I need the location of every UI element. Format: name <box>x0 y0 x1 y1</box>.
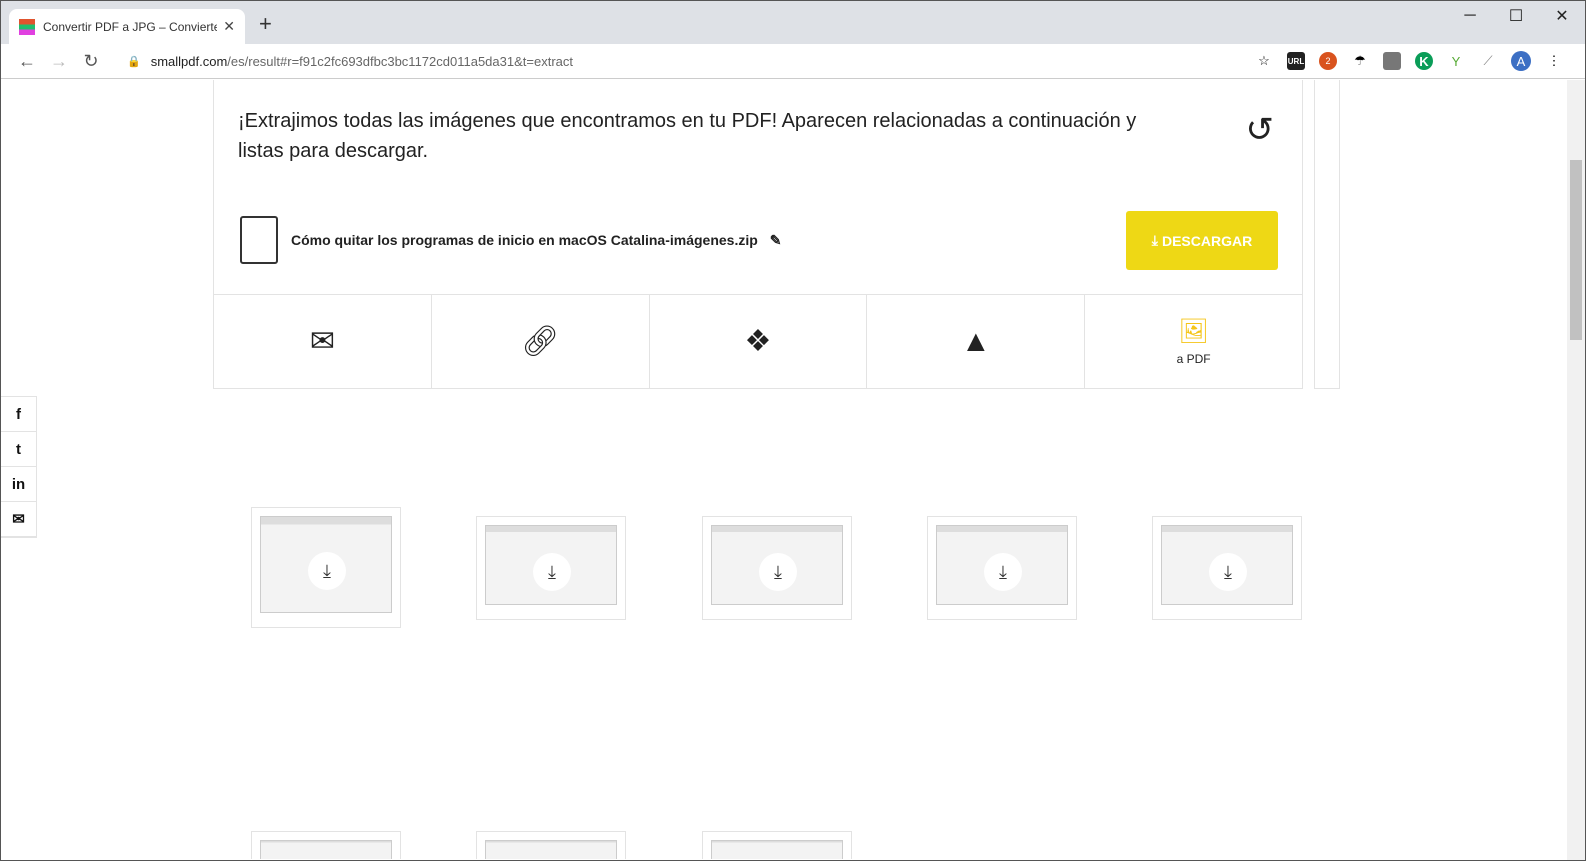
image-thumbnail[interactable]: ⤓ <box>251 507 401 628</box>
google-drive-button[interactable]: ▲ <box>866 295 1084 388</box>
browser-toolbar: ← → ↻ 🔒 smallpdf.com/es/result#r=f91c2fc… <box>1 44 1585 79</box>
file-name-text: Cómo quitar los programas de inicio en m… <box>291 232 758 248</box>
to-pdf-button[interactable]: 🖼︎ a PDF <box>1084 295 1302 388</box>
edit-pencil-icon[interactable]: ✎ <box>770 232 782 248</box>
url-host: smallpdf.com <box>150 53 228 69</box>
close-window-button[interactable]: ✕ <box>1539 1 1585 31</box>
address-bar[interactable]: 🔒 smallpdf.com/es/result#r=f91c2fc693dfb… <box>127 54 1255 69</box>
tab-title: Convertir PDF a JPG – Convierte <box>43 19 218 34</box>
page-content: ¡Extrajimos todas las imágenes que encon… <box>1 80 1567 860</box>
twitter-icon[interactable]: t <box>1 432 36 467</box>
browser-tab[interactable]: Convertir PDF a JPG – Convierte ✕ <box>9 9 245 44</box>
download-icon[interactable]: ⤓ <box>984 553 1022 591</box>
forward-icon[interactable]: → <box>43 51 75 72</box>
download-button[interactable]: ⤓ DESCARGAR <box>1126 211 1278 270</box>
scrollbar-thumb[interactable] <box>1570 160 1582 340</box>
avatar[interactable]: A <box>1511 51 1531 71</box>
result-message: ¡Extrajimos todas las imágenes que encon… <box>238 110 1137 162</box>
envelope-icon: ✉ <box>309 325 335 358</box>
maximize-button[interactable]: ☐ <box>1493 1 1539 31</box>
url-extension-icon[interactable]: URL <box>1287 52 1305 70</box>
image-thumbnail[interactable]: ⤓ <box>1152 516 1302 620</box>
zip-file-icon <box>240 216 278 264</box>
image-thumbnail[interactable] <box>476 831 626 859</box>
image-to-pdf-icon: 🖼︎ <box>1178 318 1209 345</box>
download-icon[interactable]: ⤓ <box>1209 553 1247 591</box>
email-share-button[interactable]: ✉ <box>214 295 431 388</box>
facebook-icon[interactable]: f <box>1 397 36 432</box>
tree-extension-icon[interactable]: Y <box>1447 52 1465 70</box>
restart-icon[interactable]: ↺ <box>1246 110 1275 150</box>
menu-icon[interactable]: ⋮ <box>1545 52 1563 70</box>
eyedropper-extension-icon[interactable]: ⟋ <box>1479 52 1497 70</box>
tab-bar: Convertir PDF a JPG – Convierte ✕ + ─ ☐ … <box>1 1 1585 44</box>
umbrella-extension-icon[interactable]: ☂ <box>1351 52 1369 70</box>
dropbox-share-button[interactable]: ❖ <box>648 295 867 388</box>
image-thumbnail[interactable]: ⤓ <box>476 516 626 620</box>
image-thumbnail[interactable]: ⤓ <box>702 516 852 620</box>
scrollbar[interactable] <box>1567 80 1585 860</box>
minimize-button[interactable]: ─ <box>1447 1 1493 31</box>
to-pdf-label: a PDF <box>1176 352 1211 366</box>
k-extension-icon[interactable]: K <box>1415 52 1433 70</box>
link-share-button[interactable]: 🔗︎ <box>430 295 649 388</box>
linkedin-icon[interactable]: in <box>1 467 36 502</box>
tabs-extension-icon[interactable] <box>1383 52 1401 70</box>
download-icon[interactable]: ⤓ <box>308 552 346 590</box>
download-icon[interactable]: ⤓ <box>759 553 797 591</box>
file-name[interactable]: Cómo quitar los programas de inicio en m… <box>291 232 782 249</box>
url-path: /es/result#r=f91c2fc693dfbc3bc1172cd011a… <box>227 53 573 69</box>
lock-icon: 🔒 <box>127 55 141 68</box>
dropbox-icon: ❖ <box>744 325 772 358</box>
social-share-bar: f t in ✉ <box>1 396 37 538</box>
image-thumbnail[interactable]: ⤓ <box>927 516 1077 620</box>
favicon-icon <box>19 18 35 35</box>
image-thumbnail[interactable] <box>702 831 852 859</box>
side-panel-edge <box>1314 80 1340 389</box>
result-card: ¡Extrajimos todas las imágenes que encon… <box>213 80 1303 389</box>
bookmark-star-icon[interactable]: ☆ <box>1255 52 1273 70</box>
extension-badge-icon[interactable]: 2 <box>1319 52 1337 70</box>
download-label: DESCARGAR <box>1161 232 1253 249</box>
google-drive-icon: ▲ <box>960 324 991 358</box>
image-thumbnail[interactable] <box>251 831 401 859</box>
download-icon: ⤓ <box>1151 232 1158 248</box>
reload-icon[interactable]: ↻ <box>75 51 107 72</box>
link-icon: 🔗︎ <box>521 325 560 358</box>
new-tab-button[interactable]: + <box>259 11 272 37</box>
download-icon[interactable]: ⤓ <box>533 553 571 591</box>
close-tab-icon[interactable]: ✕ <box>223 18 235 35</box>
email-icon[interactable]: ✉ <box>1 502 36 537</box>
share-options: ✉ 🔗︎ ❖ ▲ 🖼︎ a PDF <box>214 294 1302 388</box>
back-icon[interactable]: ← <box>11 51 43 72</box>
